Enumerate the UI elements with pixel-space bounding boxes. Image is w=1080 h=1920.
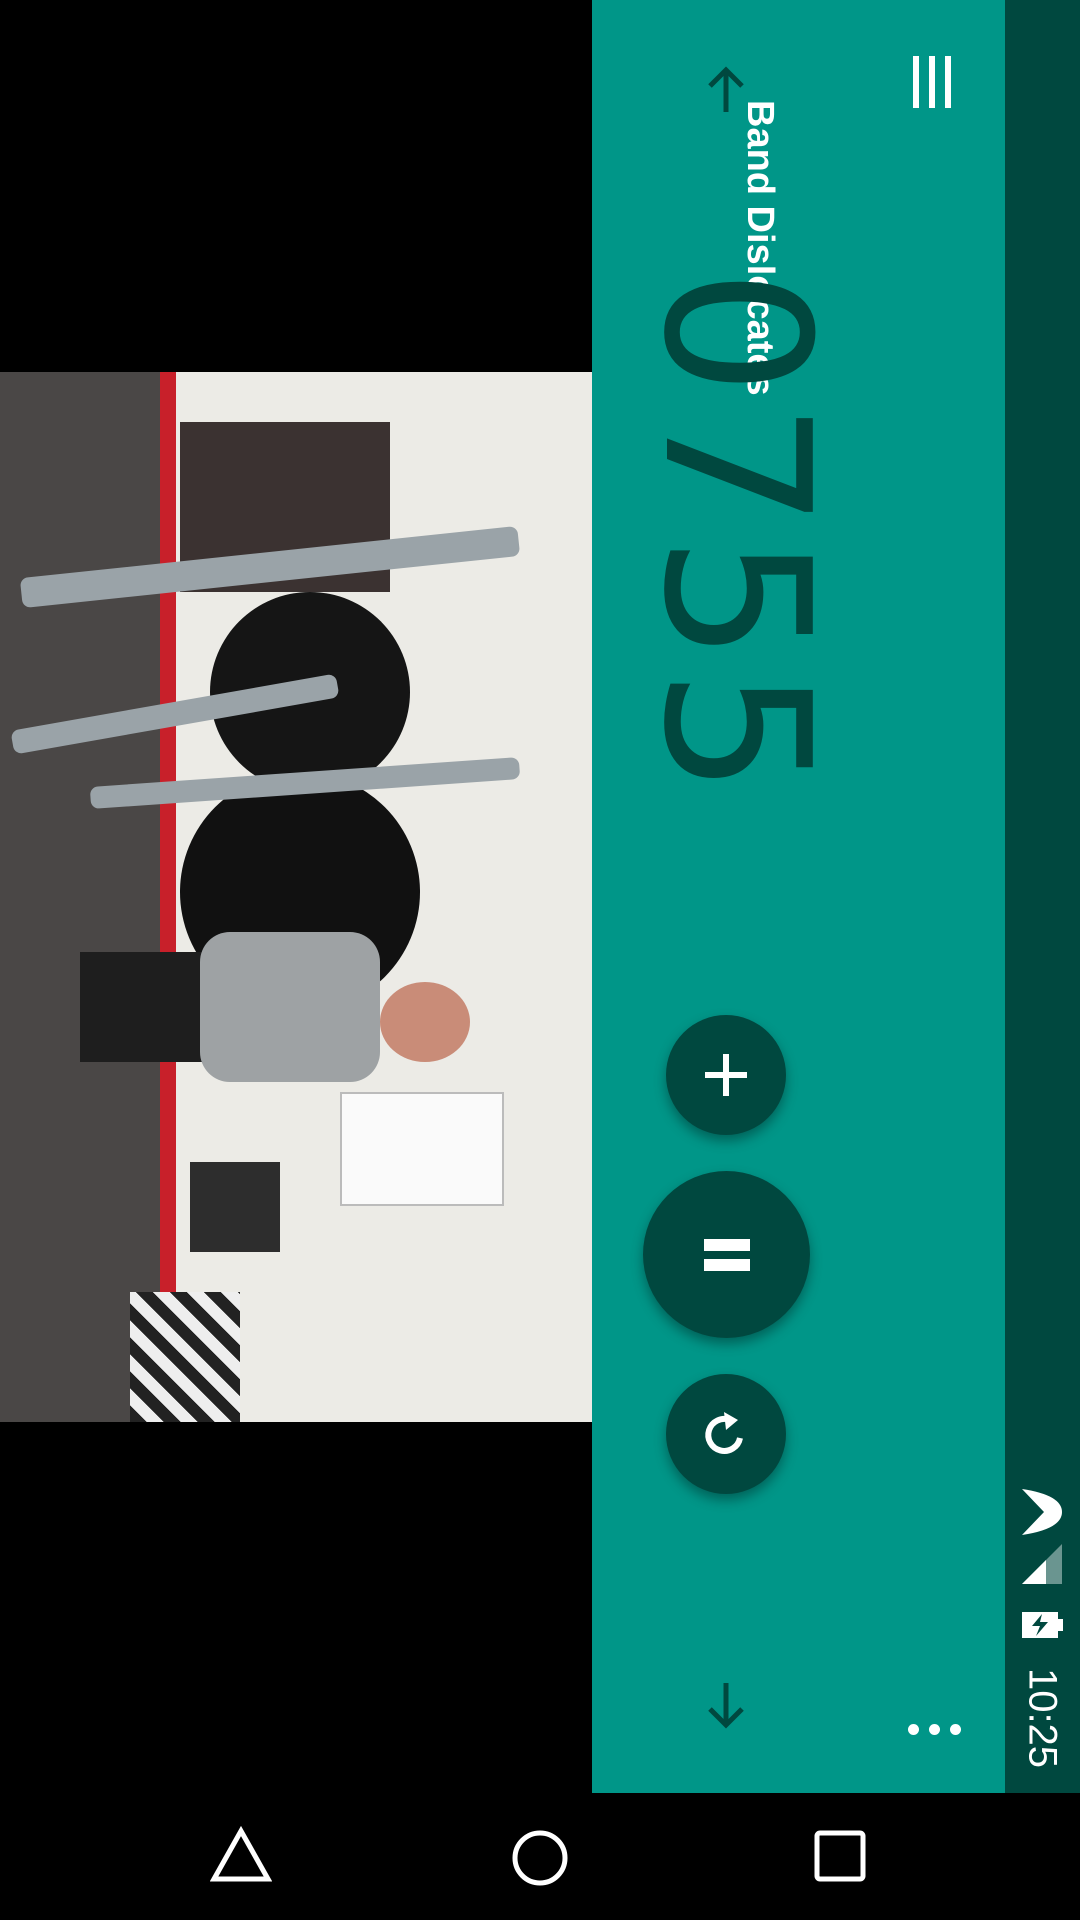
video-floor [0, 372, 175, 1422]
video-board [340, 1092, 504, 1206]
reset-icon [705, 1412, 743, 1454]
status-time: 10:25 [1020, 1667, 1065, 1769]
video-person [380, 982, 470, 1062]
home-icon [512, 1830, 568, 1886]
video-person [80, 952, 205, 1062]
pause-button[interactable] [643, 1171, 810, 1338]
recents-button[interactable] [812, 1828, 868, 1884]
video-red-stripe [160, 372, 176, 1422]
more-vertical-icon[interactable] [900, 1695, 970, 1765]
recents-icon [814, 1830, 866, 1882]
back-icon [210, 1825, 272, 1882]
arrow-down-icon[interactable] [686, 1665, 766, 1745]
cell-signal-icon [1018, 1540, 1066, 1590]
video-checker-floor [130, 1292, 240, 1422]
video-person [200, 932, 380, 1082]
arrow-up-icon[interactable] [686, 50, 766, 130]
pause-icon [703, 1232, 750, 1278]
menu-icon[interactable] [905, 50, 965, 110]
battery-charging-icon [1020, 1610, 1064, 1640]
rep-counter: 0755 [619, 268, 852, 802]
back-button[interactable] [210, 1825, 272, 1887]
home-button[interactable] [510, 1828, 570, 1888]
video-box [190, 1162, 280, 1252]
plus-icon [705, 1054, 747, 1096]
add-rep-button[interactable] [666, 1015, 786, 1135]
reset-button[interactable] [666, 1374, 786, 1494]
wifi-icon [1018, 1485, 1066, 1539]
exercise-video[interactable] [0, 372, 592, 1422]
